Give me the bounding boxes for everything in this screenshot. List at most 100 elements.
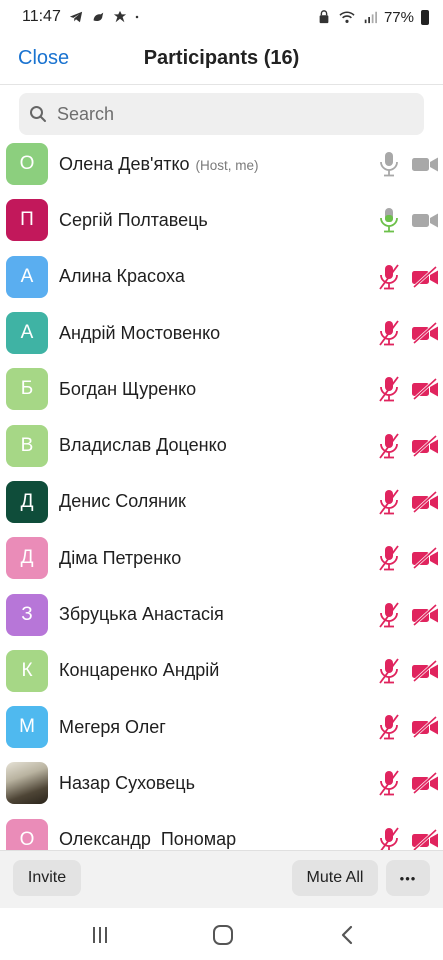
recent-apps-icon[interactable] — [86, 922, 114, 948]
video-off-icon[interactable] — [411, 434, 439, 457]
participant-name: Алина Красоха — [59, 266, 185, 287]
avatar: З — [6, 593, 48, 636]
bird-icon — [93, 12, 104, 22]
status-bar-left: 11:47 — [22, 8, 143, 26]
avatar: Д — [6, 480, 48, 523]
participant-name-cell: Алина Красоха — [59, 266, 185, 287]
mic-muted-icon[interactable] — [378, 319, 400, 347]
mute-all-button[interactable]: Mute All — [292, 860, 378, 896]
signal-icon — [364, 11, 377, 24]
video-off-icon[interactable] — [411, 828, 439, 850]
video-off-icon[interactable] — [411, 772, 439, 795]
participant-row[interactable]: П Сергій Полтавець — [0, 192, 443, 248]
participant-name-cell: Денис Соляник — [59, 491, 186, 512]
participant-row[interactable]: Б Богдан Щуренко — [0, 361, 443, 417]
participant-name: Концаренко Андрій — [59, 660, 220, 681]
bottom-action-bar: Invite Mute All ••• — [0, 850, 443, 909]
participant-name-cell: Діма Петренко — [59, 548, 181, 569]
participant-name: Олександр Пономар — [59, 829, 237, 850]
avatar: О — [6, 143, 48, 186]
avatar: К — [6, 649, 48, 692]
participant-row[interactable]: Д Діма Петренко — [0, 530, 443, 586]
participant-name: Збруцька Анастасія — [59, 604, 224, 625]
avatar: О — [6, 818, 48, 850]
microphone-icon[interactable] — [378, 206, 400, 234]
participant-name: Олена Дев'ятко — [59, 153, 190, 174]
avatar: М — [6, 706, 48, 749]
status-time: 11:47 — [22, 8, 61, 25]
participant-row[interactable]: М Мегеря Олег — [0, 699, 443, 755]
leaf-icon — [113, 10, 126, 23]
video-off-icon[interactable] — [411, 321, 439, 345]
mic-muted-icon[interactable] — [378, 488, 400, 516]
participant-row[interactable]: А Андрій Мостовенко — [0, 305, 443, 361]
participant-row[interactable]: Д Денис Соляник — [0, 474, 443, 530]
avatar — [6, 762, 48, 805]
participant-name-cell: Олена Дев'ятко (Host, me) — [59, 154, 259, 175]
search-container — [0, 85, 443, 139]
mic-muted-icon[interactable] — [378, 263, 400, 291]
mic-muted-icon[interactable] — [378, 544, 400, 572]
home-icon[interactable] — [209, 922, 237, 948]
participant-row[interactable]: А Алина Красоха — [0, 249, 443, 305]
participant-name-cell: Концаренко Андрій — [59, 660, 219, 681]
participant-name-cell: Олександр Пономар — [59, 829, 236, 850]
battery-percent: 77% — [383, 8, 414, 26]
search-bar[interactable] — [19, 93, 424, 135]
participant-role-tag: (Host, me) — [195, 157, 259, 173]
mic-muted-icon[interactable] — [378, 375, 400, 403]
mic-muted-icon[interactable] — [378, 601, 400, 629]
microphone-icon[interactable] — [378, 150, 400, 178]
participant-name: Назар Суховець — [59, 772, 195, 793]
video-off-icon[interactable] — [411, 265, 439, 288]
video-off-icon[interactable] — [411, 659, 439, 682]
participant-name: Денис Соляник — [59, 491, 186, 512]
participant-name: Владислав Доценко — [59, 435, 227, 456]
status-bar: 11:47 77% — [0, 0, 443, 34]
participant-row[interactable]: В Владислав Доценко — [0, 417, 443, 473]
video-off-icon[interactable] — [411, 547, 439, 570]
mic-muted-icon[interactable] — [378, 657, 400, 685]
avatar: Д — [6, 537, 48, 580]
mic-muted-icon[interactable] — [378, 769, 400, 797]
mic-muted-icon[interactable] — [378, 713, 400, 741]
video-camera-icon[interactable] — [411, 209, 439, 231]
video-off-icon[interactable] — [411, 715, 439, 739]
mic-muted-icon[interactable] — [378, 826, 400, 850]
close-button[interactable]: Close — [18, 47, 69, 70]
nfc-lock-icon — [319, 10, 329, 24]
participant-row[interactable]: Назар Суховець — [0, 755, 443, 811]
participant-name-cell: Богдан Щуренко — [59, 379, 196, 400]
video-off-icon[interactable] — [411, 603, 439, 626]
telegram-icon — [69, 11, 82, 23]
participant-name: Андрій Мостовенко — [59, 322, 221, 343]
mic-muted-icon[interactable] — [378, 432, 400, 460]
search-input[interactable] — [55, 102, 379, 126]
invite-button[interactable]: Invite — [13, 860, 81, 896]
participant-row[interactable]: К Концаренко Андрій — [0, 643, 443, 699]
wifi-icon — [339, 11, 355, 23]
participant-name-cell: Збруцька Анастасія — [59, 604, 224, 625]
avatar: А — [6, 312, 48, 355]
back-icon[interactable] — [334, 922, 362, 948]
participant-name-cell: Владислав Доценко — [59, 435, 227, 456]
participant-row[interactable]: З Збруцька Анастасія — [0, 586, 443, 642]
participant-name-cell: Сергій Полтавець — [59, 210, 208, 231]
participant-name: Богдан Щуренко — [59, 378, 197, 399]
avatar: П — [6, 199, 48, 242]
video-off-icon[interactable] — [411, 378, 439, 401]
participant-name: Діма Петренко — [59, 547, 182, 568]
participant-list[interactable]: О Олена Дев'ятко (Host, me) П Сергій Полтаве… — [0, 136, 443, 850]
system-nav-bar — [0, 908, 443, 960]
status-bar-right: 77% — [317, 9, 429, 26]
header: Close Participants (16) — [0, 34, 443, 85]
more-options-button[interactable]: ••• — [386, 860, 430, 896]
participant-name-cell: Назар Суховець — [59, 773, 195, 794]
participant-name-cell: Мегеря Олег — [59, 717, 166, 738]
video-camera-icon[interactable] — [411, 153, 439, 175]
battery-icon — [421, 9, 429, 25]
video-off-icon[interactable] — [411, 490, 439, 514]
participant-row[interactable]: О Олена Дев'ятко (Host, me) — [0, 136, 443, 192]
participant-row[interactable]: О Олександр Пономар — [0, 812, 443, 850]
dot-icon — [135, 15, 139, 19]
